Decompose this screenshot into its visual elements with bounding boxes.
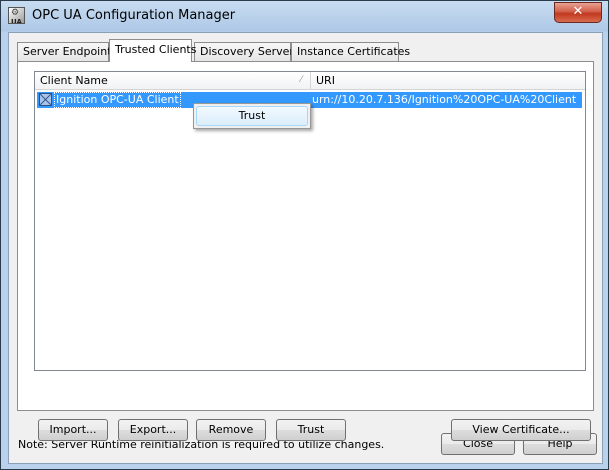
export-button[interactable]: Export... [118,419,188,441]
tab-label: Discovery Servers [200,45,300,58]
view-certificate-button[interactable]: View Certificate... [451,419,591,441]
dialog-body: Server Endpoints Trusted Clients Discove… [8,32,603,464]
remove-button[interactable]: Remove [196,419,266,441]
title-bar[interactable]: ⚙ UA OPC UA Configuration Manager ✕ [1,1,608,32]
tab-server-endpoints[interactable]: Server Endpoints [17,42,117,61]
column-header-label: Client Name [40,74,108,87]
tab-discovery-servers[interactable]: Discovery Servers [194,42,300,61]
certificate-rejected-icon [39,93,52,106]
window-title: OPC UA Configuration Manager [32,8,236,23]
column-header-client-name[interactable]: Client Name ⁄ [35,72,311,89]
app-icon-label: UA [11,18,22,24]
window-frame: ⚙ UA OPC UA Configuration Manager ✕ Serv… [0,0,609,470]
tab-trusted-clients[interactable]: Trusted Clients [109,39,196,62]
window-close-button[interactable]: ✕ [554,2,602,23]
tab-label: Server Endpoints [23,45,118,58]
tab-label: Instance Certificates [297,45,411,58]
column-header-uri[interactable]: URI [311,72,585,89]
app-icon: ⚙ UA [8,7,25,24]
import-button[interactable]: Import... [38,419,108,441]
client-uri-cell: urn://10.20.7.136/Ignition%20OPC-UA%20Cl… [312,93,577,106]
tab-label: Trusted Clients [115,43,197,56]
close-icon: ✕ [572,4,584,19]
trust-button[interactable]: Trust [276,419,346,441]
gear-icon: ⚙ [11,8,20,18]
client-name-cell: Ignition OPC-UA Client [54,92,181,108]
list-header: Client Name ⁄ URI [35,72,585,90]
context-menu: Trust [193,103,311,129]
context-menu-item-trust[interactable]: Trust [196,106,308,126]
column-header-label: URI [316,74,335,87]
sort-indicator-icon: ⁄ [300,75,302,85]
tab-instance-certificates[interactable]: Instance Certificates [291,42,410,61]
